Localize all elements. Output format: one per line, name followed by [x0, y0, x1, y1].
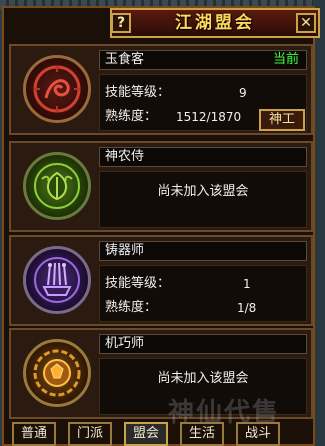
skill-level-value: 9 — [239, 86, 247, 100]
forge-emblem-icon — [23, 246, 91, 314]
skill-level-label: 技能等级： — [105, 85, 171, 100]
tab-battle[interactable]: 战斗 — [236, 422, 280, 446]
guild-name: 玉食客 — [105, 52, 145, 67]
window-title: 江湖盟会 — [175, 13, 255, 33]
skill-level-value: 1 — [243, 277, 251, 291]
divine-craft-button[interactable]: 神工 — [259, 109, 305, 131]
skill-level-label: 技能等级： — [105, 276, 171, 291]
tab-sect[interactable]: 门派 — [68, 422, 112, 446]
tab-guild[interactable]: 盟会 — [124, 422, 168, 446]
guild-name: 机巧师 — [105, 336, 145, 351]
guild-card-cook[interactable]: 玉食客 当前 技能等级： 9 熟练度： 1512/1870 神工 — [9, 44, 313, 135]
guild-card-herbalist[interactable]: 神农侍 尚未加入该盟会 — [9, 141, 313, 232]
guild-card-smith[interactable]: 铸器师 技能等级： 1 熟练度： 1/8 — [9, 235, 313, 326]
close-button[interactable]: ✕ — [296, 13, 316, 33]
guild-name: 神农侍 — [105, 149, 145, 164]
gear-emblem-icon — [23, 339, 91, 407]
not-joined-message: 尚未加入该盟会 — [157, 371, 249, 386]
feast-emblem-icon — [23, 55, 91, 123]
tab-life[interactable]: 生活 — [180, 422, 224, 446]
proficiency-value: 1/8 — [237, 301, 257, 315]
help-button[interactable]: ? — [111, 13, 131, 33]
guild-name: 铸器师 — [105, 243, 145, 258]
herb-emblem-icon — [23, 152, 91, 220]
current-badge: 当前 — [272, 52, 299, 67]
proficiency-label: 熟练度： — [105, 300, 158, 315]
proficiency-label: 熟练度： — [105, 109, 158, 124]
tab-normal[interactable]: 普通 — [12, 422, 56, 446]
proficiency-value: 1512/1870 — [176, 110, 242, 124]
not-joined-message: 尚未加入该盟会 — [157, 184, 249, 199]
